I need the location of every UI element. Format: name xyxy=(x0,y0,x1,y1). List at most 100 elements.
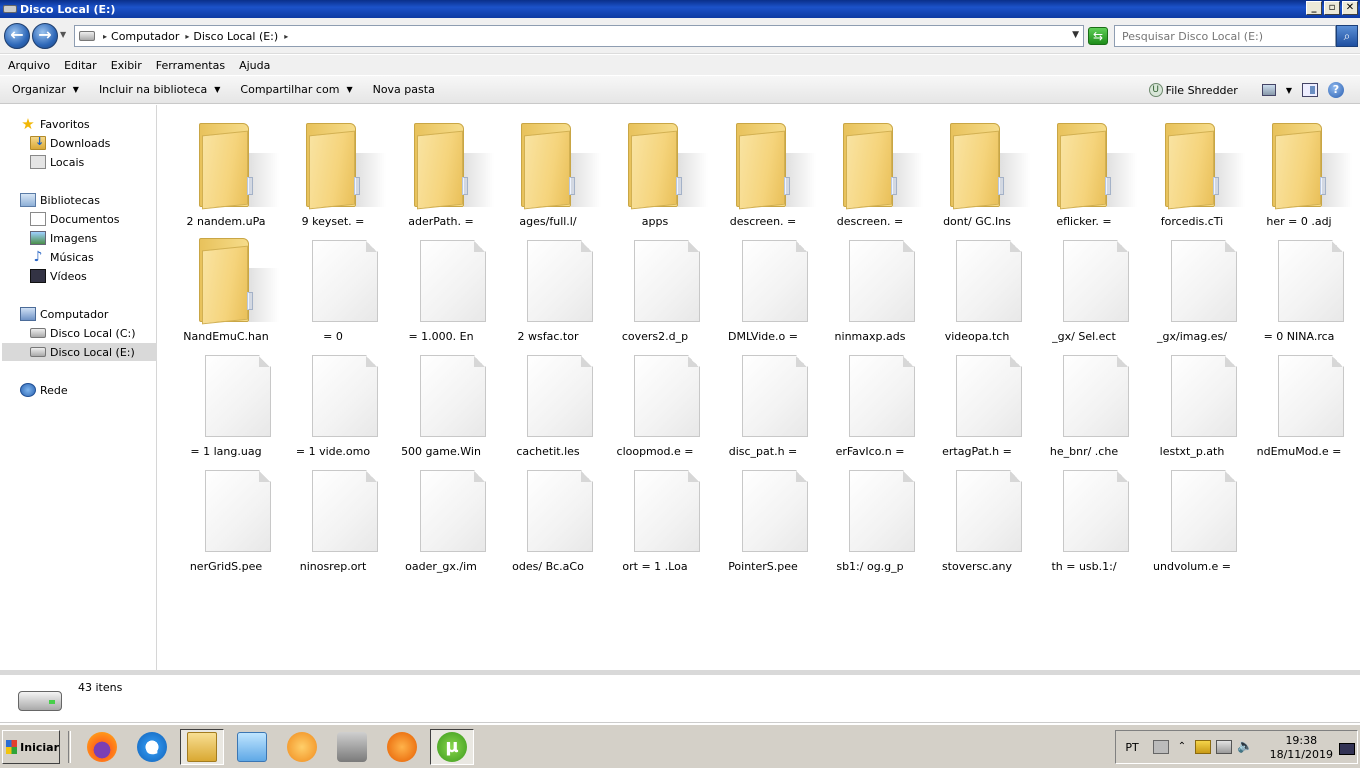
folder-item[interactable]: dont/ GC.Ins xyxy=(924,111,1030,228)
nav-favoritos[interactable]: ★ Favoritos xyxy=(20,115,89,133)
file-item[interactable]: ninmaxp.ads xyxy=(817,226,923,343)
file-item[interactable]: = 0 NINA.rca xyxy=(1246,226,1352,343)
taskbar-explorer[interactable] xyxy=(180,729,224,765)
file-item[interactable]: = 1 vide.omo xyxy=(280,341,386,458)
restore-button[interactable]: ▫ xyxy=(1324,1,1340,15)
file-item[interactable]: nerGridS.pee xyxy=(173,456,279,573)
file-item[interactable]: covers2.d_p xyxy=(602,226,708,343)
file-item[interactable]: sb1:/ og.g_p xyxy=(817,456,923,573)
file-item[interactable]: ertagPat.h = xyxy=(924,341,1030,458)
keyboard-icon[interactable] xyxy=(1153,740,1169,754)
taskbar-fl-studio[interactable] xyxy=(380,729,424,765)
nav-computador[interactable]: Computador xyxy=(20,305,108,323)
file-item[interactable]: cloopmod.e = xyxy=(602,341,708,458)
nav-documentos[interactable]: Documentos xyxy=(30,210,119,228)
folder-item[interactable]: ages/full.l/ xyxy=(495,111,601,228)
back-button[interactable]: ← xyxy=(4,23,30,49)
address-dropdown[interactable]: ▼ xyxy=(1072,30,1079,40)
file-item[interactable]: DMLVide.o = xyxy=(710,226,816,343)
file-item[interactable]: = 0 xyxy=(280,226,386,343)
refresh-button[interactable]: ⇆ xyxy=(1088,27,1108,45)
folder-item[interactable]: her = 0 .adj xyxy=(1246,111,1352,228)
breadcrumb-disco-e[interactable]: ▸ Disco Local (E:) ▸ xyxy=(185,30,292,43)
file-item[interactable]: undvolum.e = xyxy=(1139,456,1245,573)
menu-ajuda[interactable]: Ajuda xyxy=(239,59,270,72)
file-item[interactable]: th = usb.1:/ xyxy=(1031,456,1137,573)
network-tray-icon[interactable] xyxy=(1216,740,1232,754)
share-button[interactable]: Compartilhar com ▼ xyxy=(240,83,352,96)
nav-videos[interactable]: Vídeos xyxy=(30,267,87,285)
search-input[interactable] xyxy=(1114,25,1336,47)
taskbar-uc[interactable] xyxy=(280,729,324,765)
preview-pane-icon[interactable] xyxy=(1302,83,1318,97)
show-hidden-icons[interactable]: ⌃ xyxy=(1174,740,1190,754)
menu-arquivo[interactable]: Arquivo xyxy=(8,59,50,72)
nav-bibliotecas[interactable]: Bibliotecas xyxy=(20,191,100,209)
file-item[interactable]: = 1.000. En xyxy=(388,226,494,343)
taskbar-ie[interactable]: e xyxy=(130,729,174,765)
folder-item[interactable]: 2 nandem.uPa xyxy=(173,111,279,228)
taskbar-joystick[interactable] xyxy=(330,729,374,765)
nav-rede[interactable]: Rede xyxy=(20,381,68,399)
nav-locais[interactable]: Locais xyxy=(30,153,84,171)
file-item[interactable]: odes/ Bc.aCo xyxy=(495,456,601,573)
minimize-button[interactable]: _ xyxy=(1306,1,1322,15)
file-icon xyxy=(420,355,486,437)
clock[interactable]: 19:38 18/11/2019 xyxy=(1270,734,1333,762)
file-item[interactable]: erFavIco.n = xyxy=(817,341,923,458)
file-item[interactable]: lestxt_p.ath xyxy=(1139,341,1245,458)
nav-disco-c[interactable]: Disco Local (C:) xyxy=(30,324,136,342)
organize-button[interactable]: Organizar ▼ xyxy=(12,83,79,96)
file-item[interactable]: oader_gx./im xyxy=(388,456,494,573)
show-desktop-icon[interactable] xyxy=(1339,743,1355,755)
file-item[interactable]: 500 game.Win xyxy=(388,341,494,458)
file-item[interactable]: ndEmuMod.e = xyxy=(1246,341,1352,458)
folder-item[interactable]: descreen. = xyxy=(710,111,816,228)
help-icon[interactable]: ? xyxy=(1328,82,1344,98)
file-item[interactable]: stoversc.any xyxy=(924,456,1030,573)
file-item[interactable]: ninosrep.ort xyxy=(280,456,386,573)
file-item[interactable]: = 1 lang.uag xyxy=(173,341,279,458)
nav-disco-e[interactable]: Disco Local (E:) xyxy=(2,343,157,361)
nav-imagens[interactable]: Imagens xyxy=(30,229,97,247)
file-item[interactable]: videopa.tch xyxy=(924,226,1030,343)
folder-item[interactable]: apps xyxy=(602,111,708,228)
file-item[interactable]: _gx/imag.es/ xyxy=(1139,226,1245,343)
view-dropdown[interactable]: ▼ xyxy=(1286,86,1292,95)
file-item[interactable]: _gx/ Sel.ect xyxy=(1031,226,1137,343)
menu-editar[interactable]: Editar xyxy=(64,59,97,72)
file-item[interactable]: cachetit.les xyxy=(495,341,601,458)
include-library-button[interactable]: Incluir na biblioteca ▼ xyxy=(99,83,220,96)
volume-icon[interactable]: 🔈 xyxy=(1237,740,1253,754)
folder-item[interactable]: NandEmuC.han xyxy=(173,226,279,343)
file-item[interactable]: 2 wsfac.tor xyxy=(495,226,601,343)
nav-musicas[interactable]: ♪ Músicas xyxy=(30,248,94,266)
action-center-icon[interactable] xyxy=(1195,740,1211,754)
search-button[interactable]: ⌕ xyxy=(1336,25,1358,47)
taskbar-media-player[interactable] xyxy=(230,729,274,765)
recent-pages-dropdown[interactable]: ▼ xyxy=(60,30,66,39)
nav-downloads[interactable]: Downloads xyxy=(30,134,110,152)
menu-exibir[interactable]: Exibir xyxy=(111,59,142,72)
view-options-icon[interactable] xyxy=(1261,84,1276,96)
language-indicator[interactable]: PT xyxy=(1116,741,1148,754)
file-item[interactable]: disc_pat.h = xyxy=(710,341,816,458)
address-bar[interactable]: ▸ Computador ▸ Disco Local (E:) ▸ ▼ xyxy=(74,25,1084,47)
file-item[interactable]: ort = 1 .Loa xyxy=(602,456,708,573)
taskbar-firefox[interactable] xyxy=(80,729,124,765)
breadcrumb-computador[interactable]: ▸ Computador xyxy=(103,30,179,43)
folder-item[interactable]: forcedis.cTi xyxy=(1139,111,1245,228)
close-button[interactable]: ✕ xyxy=(1342,1,1358,15)
folder-item[interactable]: descreen. = xyxy=(817,111,923,228)
file-item[interactable]: PointerS.pee xyxy=(710,456,816,573)
new-folder-button[interactable]: Nova pasta xyxy=(373,83,435,96)
folder-item[interactable]: 9 keyset. = xyxy=(280,111,386,228)
menu-ferramentas[interactable]: Ferramentas xyxy=(156,59,225,72)
taskbar-utorrent[interactable]: µ xyxy=(430,729,474,765)
start-button[interactable]: Iniciar xyxy=(2,730,60,764)
folder-item[interactable]: eflicker. = xyxy=(1031,111,1137,228)
forward-button[interactable]: → xyxy=(32,23,58,49)
file-item[interactable]: he_bnr/ .che xyxy=(1031,341,1137,458)
folder-item[interactable]: aderPath. = xyxy=(388,111,494,228)
file-shredder-button[interactable]: U File Shredder xyxy=(1148,83,1238,97)
